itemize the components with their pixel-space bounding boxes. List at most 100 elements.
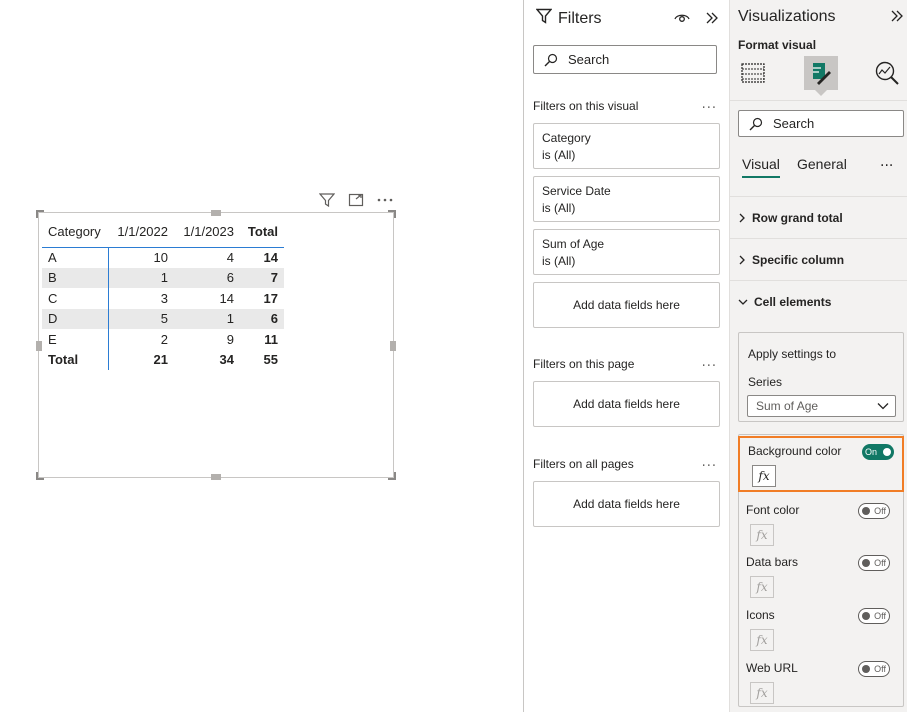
background-color-toggle[interactable]: On [862,444,894,460]
conditional-format-fx-button[interactable]: fx [752,465,776,487]
table-cell[interactable]: 34 [174,350,240,371]
column-header-category[interactable]: Category [42,217,108,248]
collapse-visualizations-icon[interactable] [890,8,904,27]
table-cell[interactable]: 3 [108,288,174,309]
web-url-toggle[interactable]: Off [858,661,890,677]
row-total-cell[interactable]: 6 [240,308,284,329]
matrix-visual[interactable]: Category 1/1/2022 1/1/2023 Total A 10 4 … [36,210,396,480]
toggle-state: On [865,447,878,457]
resize-corner[interactable] [388,472,396,480]
section-label: Specific column [752,252,845,267]
tab-visual[interactable]: Visual [742,156,780,178]
format-visual-icon[interactable] [804,56,838,90]
report-canvas: Category 1/1/2022 1/1/2023 Total A 10 4 … [0,0,523,712]
more-options-icon[interactable]: ... [702,97,717,112]
analytics-icon[interactable] [870,56,904,90]
format-search-input[interactable]: Search [738,110,904,137]
conditional-format-fx-button[interactable]: fx [750,576,774,598]
filter-card-service-date[interactable]: Service Date is (All) [533,176,720,222]
table-cell[interactable]: 4 [174,247,240,268]
divider [730,100,907,101]
eye-icon[interactable] [674,10,690,29]
apply-settings-label: Apply settings to [748,347,837,361]
table-cell[interactable]: 2 [108,329,174,350]
build-visual-icon[interactable] [736,56,770,90]
column-header-2023[interactable]: 1/1/2023 [174,217,240,248]
data-bars-toggle[interactable]: Off [858,555,890,571]
section-specific-column[interactable]: Specific column [730,239,907,281]
table-row: E 2 9 11 [42,329,284,350]
resize-handle-top[interactable] [211,210,221,216]
add-data-fields-visual[interactable]: Add data fields here [533,282,720,328]
toggle-state: Off [874,506,886,516]
option-data-bars: Data bars Off fx [738,549,898,601]
filters-pane: Filters Search Filters on this visual ..… [523,0,729,712]
filters-on-page-label: Filters on this page [533,357,635,371]
row-header[interactable]: E [42,329,109,350]
conditional-format-fx-button[interactable]: fx [750,629,774,651]
resize-handle-right[interactable] [390,341,396,351]
filter-field-state: is (All) [542,201,576,215]
table-cell[interactable]: 9 [174,329,240,350]
search-placeholder: Search [773,116,815,131]
resize-corner[interactable] [36,472,44,480]
row-total-cell[interactable]: 7 [240,267,284,288]
row-total-cell[interactable]: 14 [240,247,284,268]
filter-card-category[interactable]: Category is (All) [533,123,720,169]
row-total-cell[interactable]: 17 [240,288,284,309]
column-header-total[interactable]: Total [240,217,284,248]
column-header-2022[interactable]: 1/1/2022 [108,217,174,248]
search-placeholder: Search [568,52,610,67]
row-header[interactable]: D [42,308,109,329]
apply-settings-card: Apply settings to Series Sum of Age [738,332,904,422]
focus-mode-icon[interactable] [341,190,370,210]
option-label: Data bars [746,555,799,569]
more-options-icon[interactable]: ... [880,154,893,170]
filter-field-name: Category [542,131,591,145]
font-color-toggle[interactable]: Off [858,503,890,519]
row-header[interactable]: C [42,288,109,309]
series-dropdown[interactable]: Sum of Age [747,395,896,417]
section-cell-elements[interactable]: Cell elements [730,281,907,323]
conditional-format-fx-button[interactable]: fx [750,524,774,546]
more-options-icon[interactable]: ... [702,355,717,370]
more-options-icon[interactable] [370,190,399,210]
table-cell[interactable]: 1 [108,267,174,288]
add-data-fields-page[interactable]: Add data fields here [533,381,720,427]
row-header-total[interactable]: Total [42,349,109,370]
search-icon [544,53,558,66]
format-visual-label: Format visual [738,38,817,52]
chevron-right-icon [739,213,745,222]
filters-title-text: Filters [558,9,602,27]
toggle-knob [862,665,870,673]
filter-card-sum-of-age[interactable]: Sum of Age is (All) [533,229,720,275]
tab-general[interactable]: General [797,156,847,172]
more-options-icon[interactable]: ... [702,455,717,470]
option-label: Web URL [746,661,798,675]
table-cell[interactable]: 10 [108,247,174,268]
filter-funnel-icon [535,8,553,29]
table-cell[interactable]: 21 [108,350,174,371]
filters-search-input[interactable]: Search [533,45,717,74]
search-icon [749,117,763,130]
filter-field-state: is (All) [542,148,576,162]
resize-corner[interactable] [388,210,396,218]
table-cell[interactable]: 14 [174,288,240,309]
table-row: B 1 6 7 [42,267,284,288]
toggle-knob [862,507,870,515]
row-header[interactable]: A [42,247,109,268]
section-row-grand-total[interactable]: Row grand total [730,197,907,239]
resize-handle-bottom[interactable] [211,474,221,480]
table-cell[interactable]: 6 [174,267,240,288]
icons-toggle[interactable]: Off [858,608,890,624]
matrix-table: Category 1/1/2022 1/1/2023 Total A 10 4 … [42,217,284,370]
table-cell[interactable]: 5 [108,308,174,329]
collapse-filters-icon[interactable] [705,10,719,29]
row-header[interactable]: B [42,267,109,288]
add-data-fields-all-pages[interactable]: Add data fields here [533,481,720,527]
filter-icon[interactable] [312,190,341,210]
row-total-cell[interactable]: 11 [240,329,284,350]
grand-total-cell[interactable]: 55 [240,350,284,371]
table-cell[interactable]: 1 [174,308,240,329]
conditional-format-fx-button[interactable]: fx [750,682,774,704]
